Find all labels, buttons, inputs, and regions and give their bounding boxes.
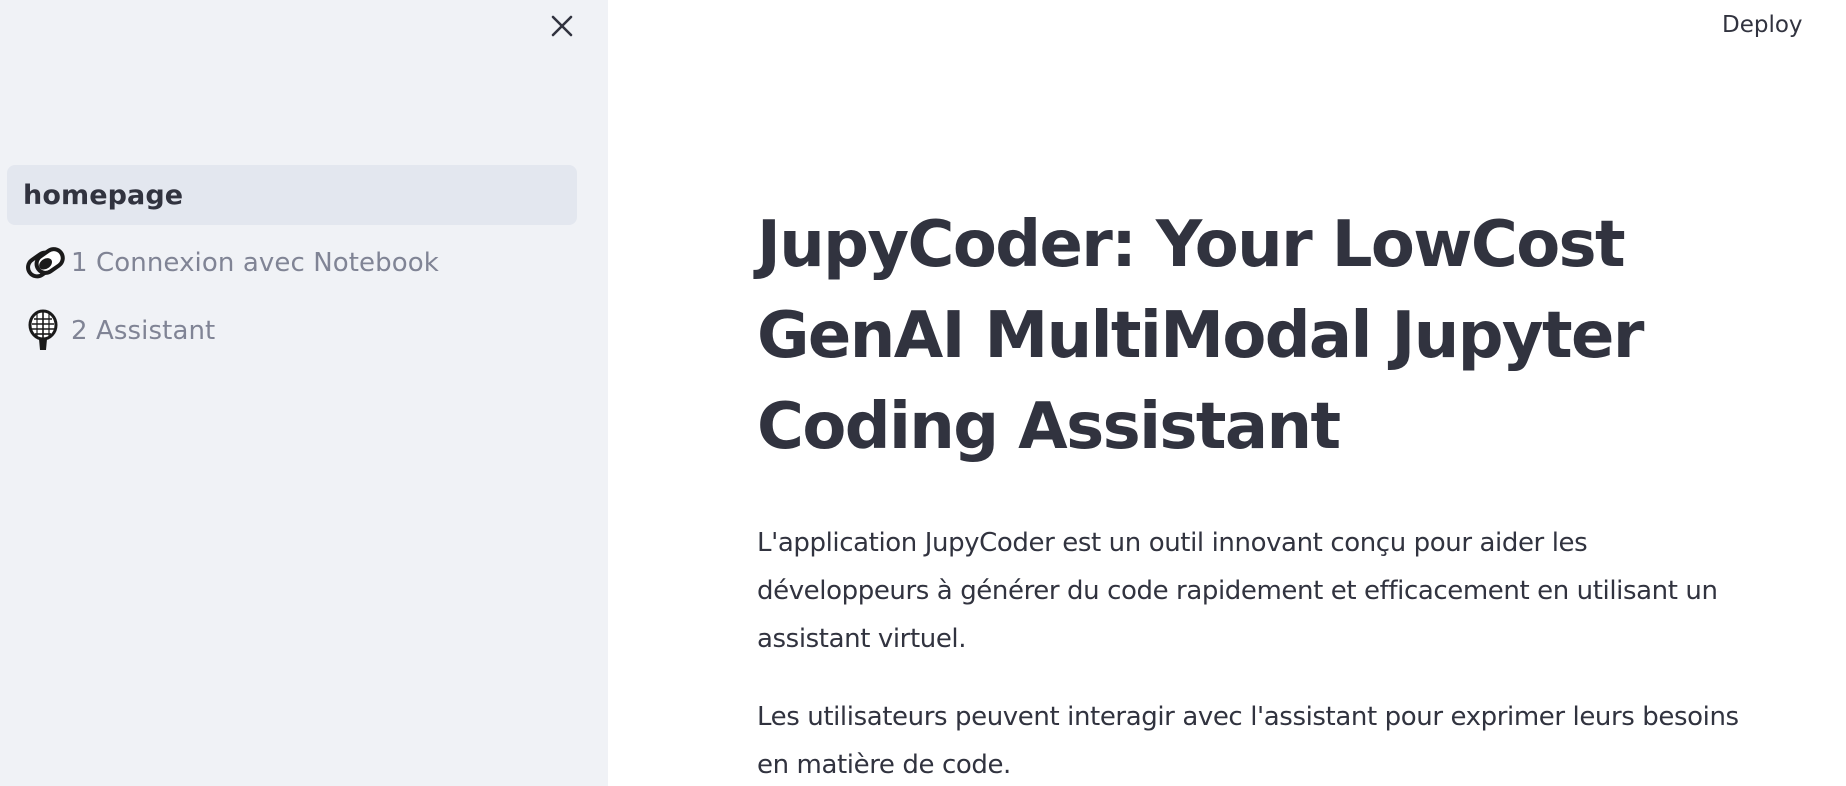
sidebar-item-label: 1 Connexion avec Notebook bbox=[71, 248, 439, 278]
usage-paragraph: Les utilisateurs peuvent interagir avec … bbox=[757, 702, 1739, 780]
sidebar-item-label: 2 Assistant bbox=[71, 316, 216, 346]
link-icon bbox=[23, 241, 67, 285]
close-icon bbox=[551, 15, 573, 37]
sidebar-item-label: homepage bbox=[23, 179, 184, 211]
main-content: JupyCoder: Your LowCost GenAI MultiModal… bbox=[757, 200, 1767, 786]
sidebar-nav: homepage 1 Connexion avec Notebook 2 Ass… bbox=[7, 165, 577, 369]
close-sidebar-button[interactable] bbox=[548, 12, 576, 40]
deploy-button[interactable]: Deploy bbox=[1714, 8, 1811, 42]
sidebar-item-connexion-notebook[interactable]: 1 Connexion avec Notebook bbox=[7, 233, 577, 293]
intro-paragraph: L'application JupyCoder est un outil inn… bbox=[757, 528, 1718, 654]
microphone-icon bbox=[23, 309, 67, 353]
sidebar: homepage 1 Connexion avec Notebook 2 Ass… bbox=[0, 0, 608, 786]
sidebar-item-homepage[interactable]: homepage bbox=[7, 165, 577, 225]
app-window: homepage 1 Connexion avec Notebook 2 Ass… bbox=[0, 0, 1846, 786]
sidebar-item-assistant[interactable]: 2 Assistant bbox=[7, 301, 577, 361]
page-title: JupyCoder: Your LowCost GenAI MultiModal… bbox=[757, 208, 1644, 464]
